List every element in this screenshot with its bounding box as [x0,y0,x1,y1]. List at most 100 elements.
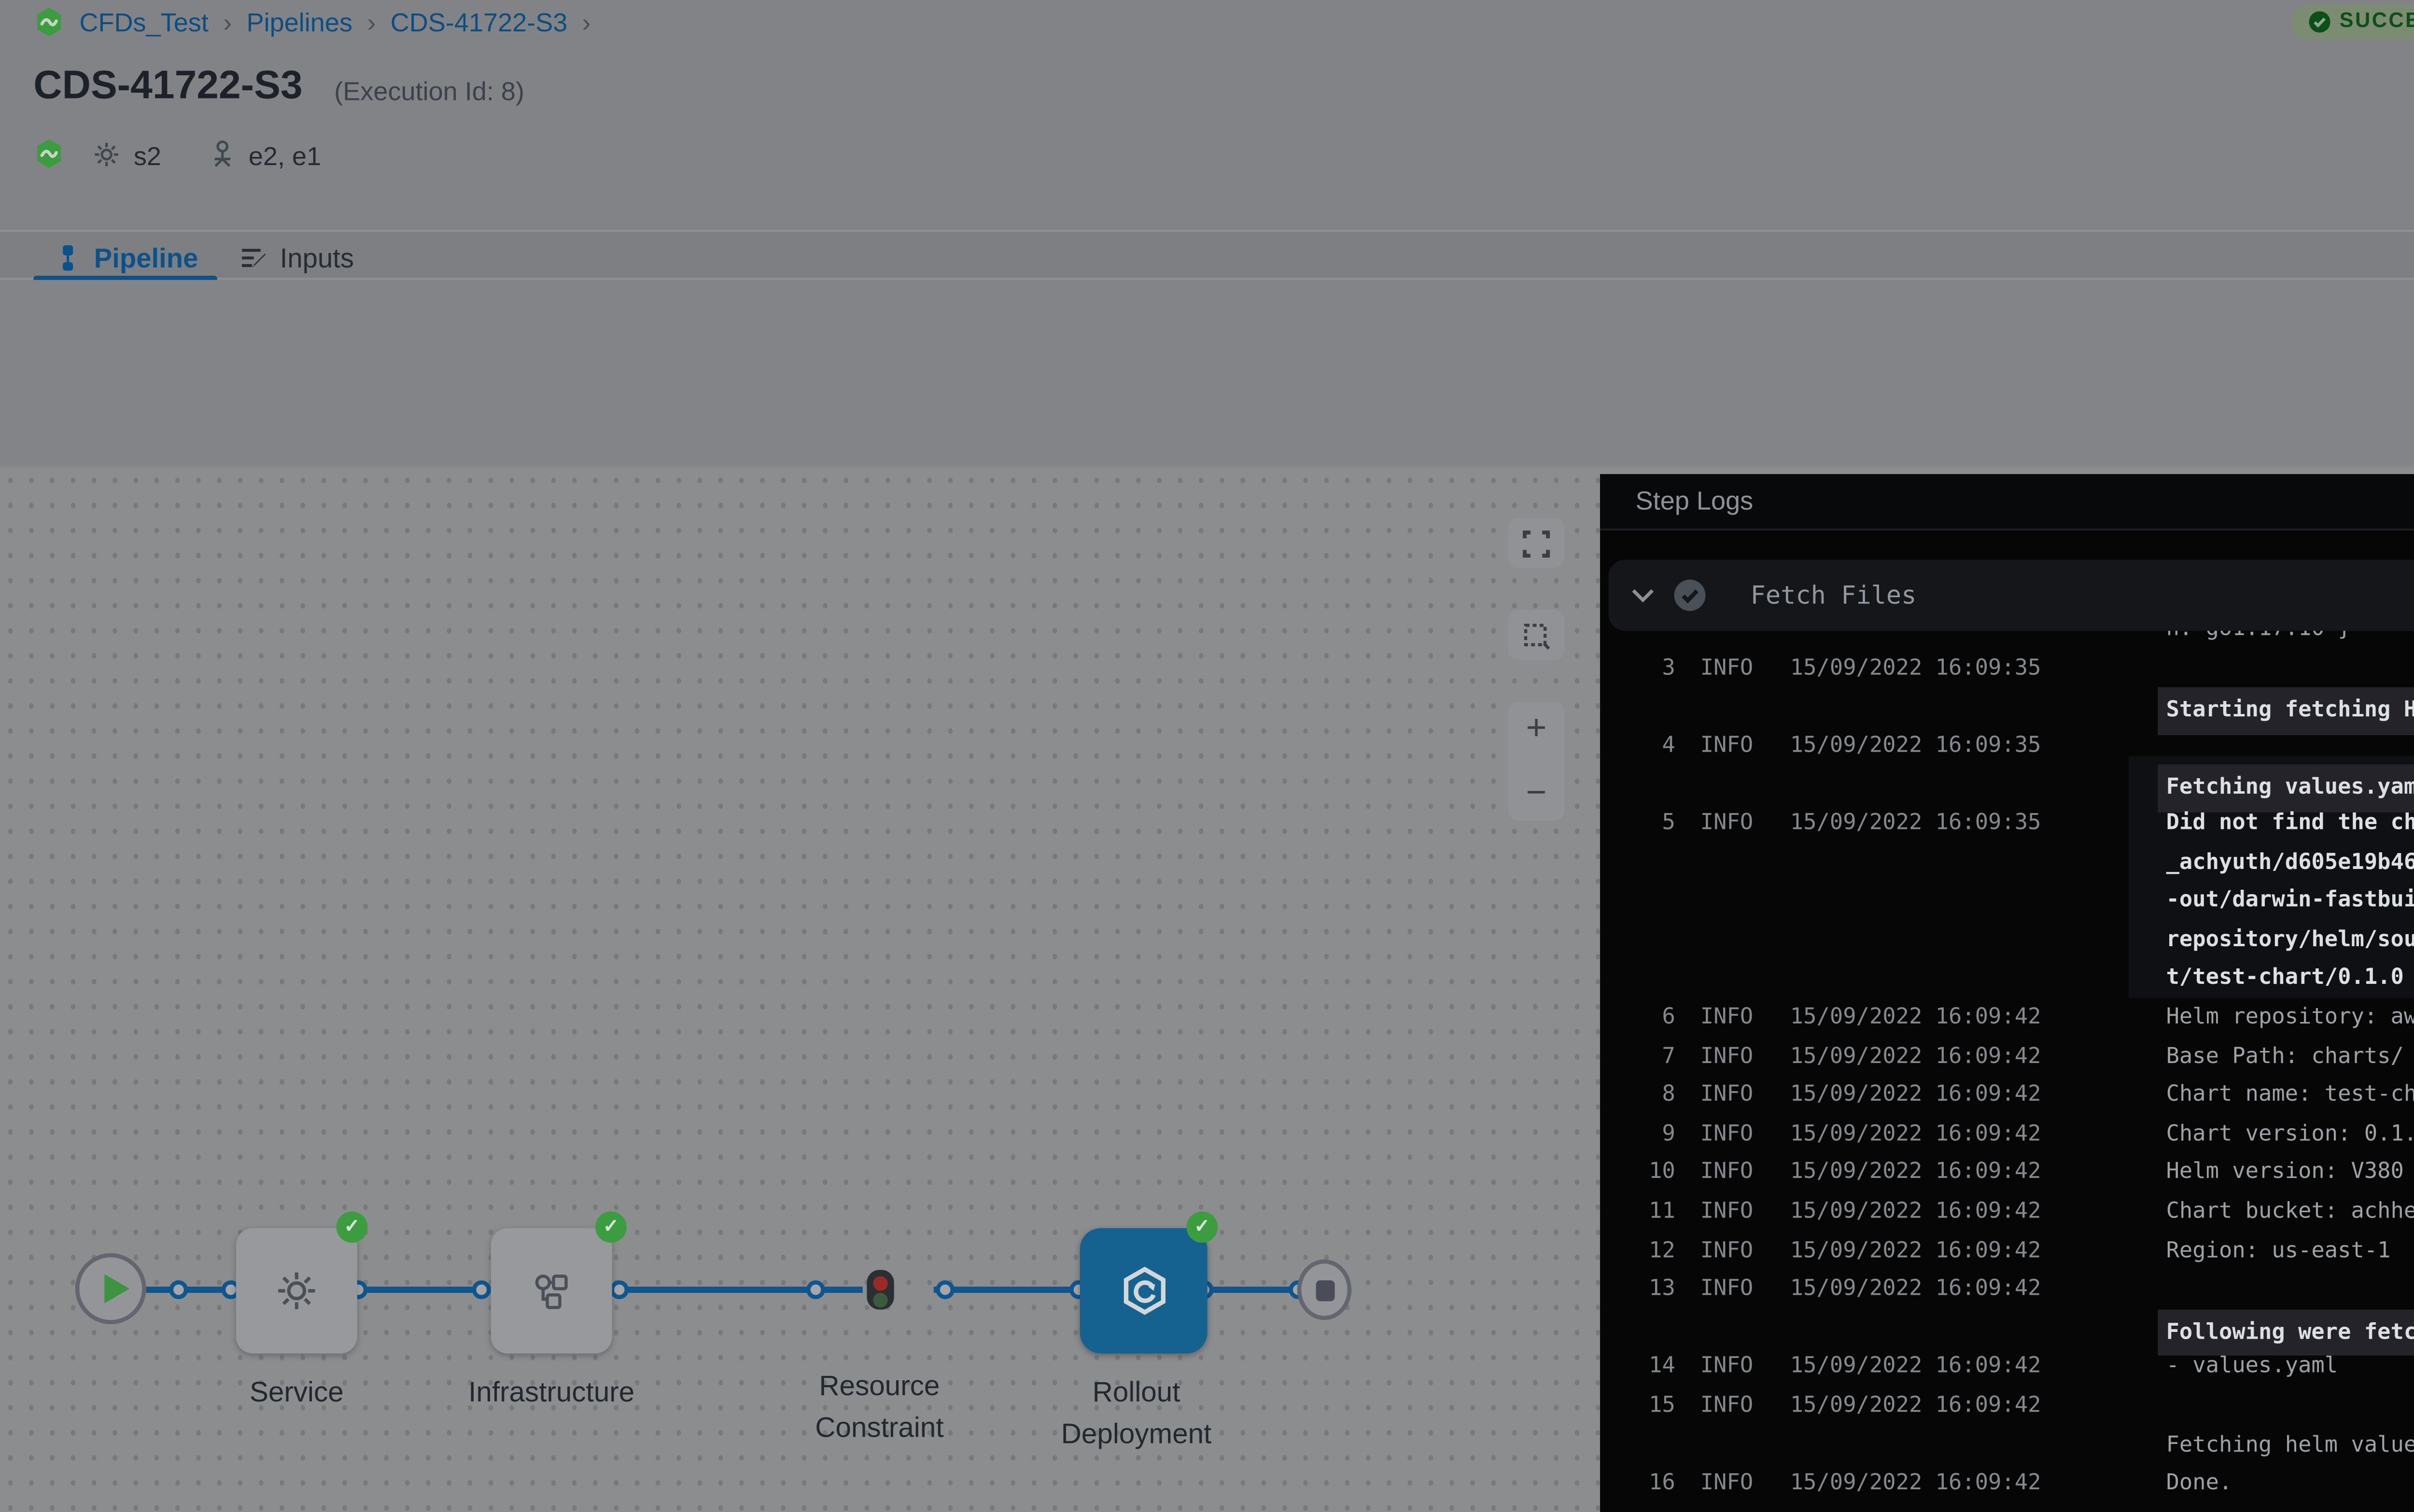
inputs-tab-icon [240,245,267,272]
node-service[interactable] [236,1228,357,1354]
node-resource-constraint[interactable] [867,1270,894,1310]
log-row: 14INFO15/09/2022 16:09:42- values.yaml [1600,1348,2414,1386]
canvas-zoom-group: + − [1508,702,1565,821]
play-icon [104,1274,129,1303]
infrastructure-icon [529,1268,575,1314]
success-check-badge: ✓ [595,1211,627,1243]
step-success-icon [1673,578,1707,612]
node-rollout-deployment[interactable] [1080,1228,1207,1354]
breadcrumb: CFDs_Test › Pipelines › CDS-41722-S3 › [79,8,590,38]
node-label-infrastructure: Infrastructure [447,1372,656,1414]
log-message: _achyuth/d605e19b46448ceaacb01fb4c19633a… [2166,843,2414,882]
log-message: Chart name: test-chart [2166,1076,2414,1115]
page: CFDs_Test › Pipelines › CDS-41722-S3 › SUCCES… [0,0,2414,1512]
zoom-out-button[interactable]: − [1526,779,1547,809]
gear-icon [274,1268,320,1314]
stop-icon [1316,1280,1335,1301]
log-row: Starting fetching Helm values [1600,687,2414,726]
status-text: SUCCESS [2340,11,2414,34]
tab-pipeline-label: Pipeline [94,242,198,275]
harness-logo-icon [33,6,65,38]
log-row: 15INFO15/09/2022 16:09:42 [1600,1387,2414,1426]
log-message: Chart bucket: achhelmbucket [2166,1192,2414,1231]
breadcrumb-separator: › [582,8,591,38]
breadcrumb-separator: › [367,8,376,38]
log-row: Fetching values.yaml from helm chart rep… [1600,765,2414,804]
canvas-fullscreen-button[interactable] [1508,518,1565,568]
log-row: t/test-chart/0.1.0 [1600,960,2414,998]
page-title: CDS-41722-S3 [33,65,302,112]
connector-dot [610,1279,629,1298]
status-check-icon [2308,11,2331,34]
log-message: Helm version: V380 [2166,1154,2404,1192]
log-row: 7INFO15/09/2022 16:09:42Base Path: chart… [1600,1037,2414,1076]
log-row: Fetching helm values completed successfu… [1600,1426,2414,1464]
breadcrumb-separator: › [223,8,232,38]
tab-bar: Pipeline Inputs Console View [0,230,2414,280]
log-row: 11INFO15/09/2022 16:09:42Chart bucket: a… [1600,1192,2414,1231]
end-node [1297,1260,1351,1320]
breadcrumb-link[interactable]: CFDs_Test [79,8,208,38]
log-row: 12INFO15/09/2022 16:09:42Region: us-east… [1600,1232,2414,1270]
connector-line [620,1287,863,1292]
log-message: Region: us-east-1 [2166,1232,2391,1270]
node-label-rollout-deployment: Rollout Deployment [1032,1372,1241,1454]
log-message: Helm repository: aws-qa-setup-modified [2166,998,2414,1037]
service-tag-icon [92,140,121,169]
log-message: Did not find the chart and version in lo… [2166,804,2414,843]
log-row: 6INFO15/09/2022 16:09:42Helm repository:… [1600,998,2414,1037]
start-node [75,1253,146,1324]
connector-dot [936,1279,954,1298]
execution-id: (Execution Id: 8) [334,77,524,109]
node-label-resource-constraint: Resource Constraint [775,1366,984,1448]
success-check-badge: ✓ [1186,1211,1218,1243]
log-row: 3INFO15/09/2022 16:09:35 [1600,649,2414,687]
log-row: Following were fetched successfully : [1600,1309,2414,1348]
zoom-in-button[interactable]: + [1526,714,1547,744]
breadcrumb-link[interactable]: CDS-41722-S3 [391,8,568,38]
log-row: 5INFO15/09/2022 16:09:35Did not find the… [1600,804,2414,843]
connector-line [934,1287,1080,1292]
log-row: 9INFO15/09/2022 16:09:42Chart version: 0… [1600,1115,2414,1153]
environment-tag: e2, e1 [249,142,321,173]
tab-inputs[interactable]: Inputs [240,242,354,275]
step-logs-title: Step Logs [1636,487,1754,518]
log-message: - values.yaml [2166,1348,2338,1386]
node-infrastructure[interactable] [491,1228,612,1354]
tab-inputs-label: Inputs [280,242,354,275]
step-group-bar[interactable]: Fetch Files ↑ ↓ 9s [1608,560,2414,631]
log-message: Fetching helm values completed successfu… [2166,1426,2414,1464]
page-header: CFDs_Test › Pipelines › CDS-41722-S3 › SUCCES… [0,0,2414,230]
success-check-badge: ✓ [337,1211,368,1243]
rollout-helm-icon [1117,1264,1171,1318]
log-row: 13INFO15/09/2022 16:09:42 [1600,1270,2414,1309]
traffic-light-green [873,1292,887,1306]
connector-dot [472,1279,491,1298]
log-row: 16INFO15/09/2022 16:09:42Done. [1600,1465,2414,1503]
pipeline-tab-icon [54,245,81,272]
environment-tag-icon [207,138,238,169]
log-message: repository/helm/source/93602db7-89f2-317… [2166,921,2414,959]
status-badge: SUCCESS [2291,4,2414,40]
log-message: Chart version: 0.1.0 [2166,1115,2414,1153]
tab-pipeline[interactable]: Pipeline [54,242,198,275]
log-row: 8INFO15/09/2022 16:09:42Chart name: test… [1600,1076,2414,1115]
chevron-down-icon[interactable] [1631,587,1655,604]
step-name: Fetch Files [1751,581,1917,611]
connector-dot [169,1279,188,1298]
log-row: -out/darwin-fastbuild/bin/260-delegate/e… [1600,882,2414,921]
connector-dot [806,1279,825,1298]
log-message: Base Path: charts/ [2166,1037,2404,1076]
log-row: _achyuth/d605e19b46448ceaacb01fb4c19633a… [1600,843,2414,882]
harness-logo-icon-small [33,138,65,169]
node-label-service: Service [207,1372,386,1414]
breadcrumb-link[interactable]: Pipelines [247,8,353,38]
connector-line [357,1287,491,1292]
log-row: repository/helm/source/93602db7-89f2-317… [1600,921,2414,959]
log-row: 4INFO15/09/2022 16:09:35 [1600,727,2414,765]
service-tag: s2 [134,142,161,173]
traffic-light-red [873,1275,887,1289]
log-message: Done. [2166,1465,2232,1503]
stage-summary-bar: DeployLocal Started at: 15/09/2022, 16:0… [0,280,2414,466]
canvas-select-button[interactable] [1508,610,1565,660]
